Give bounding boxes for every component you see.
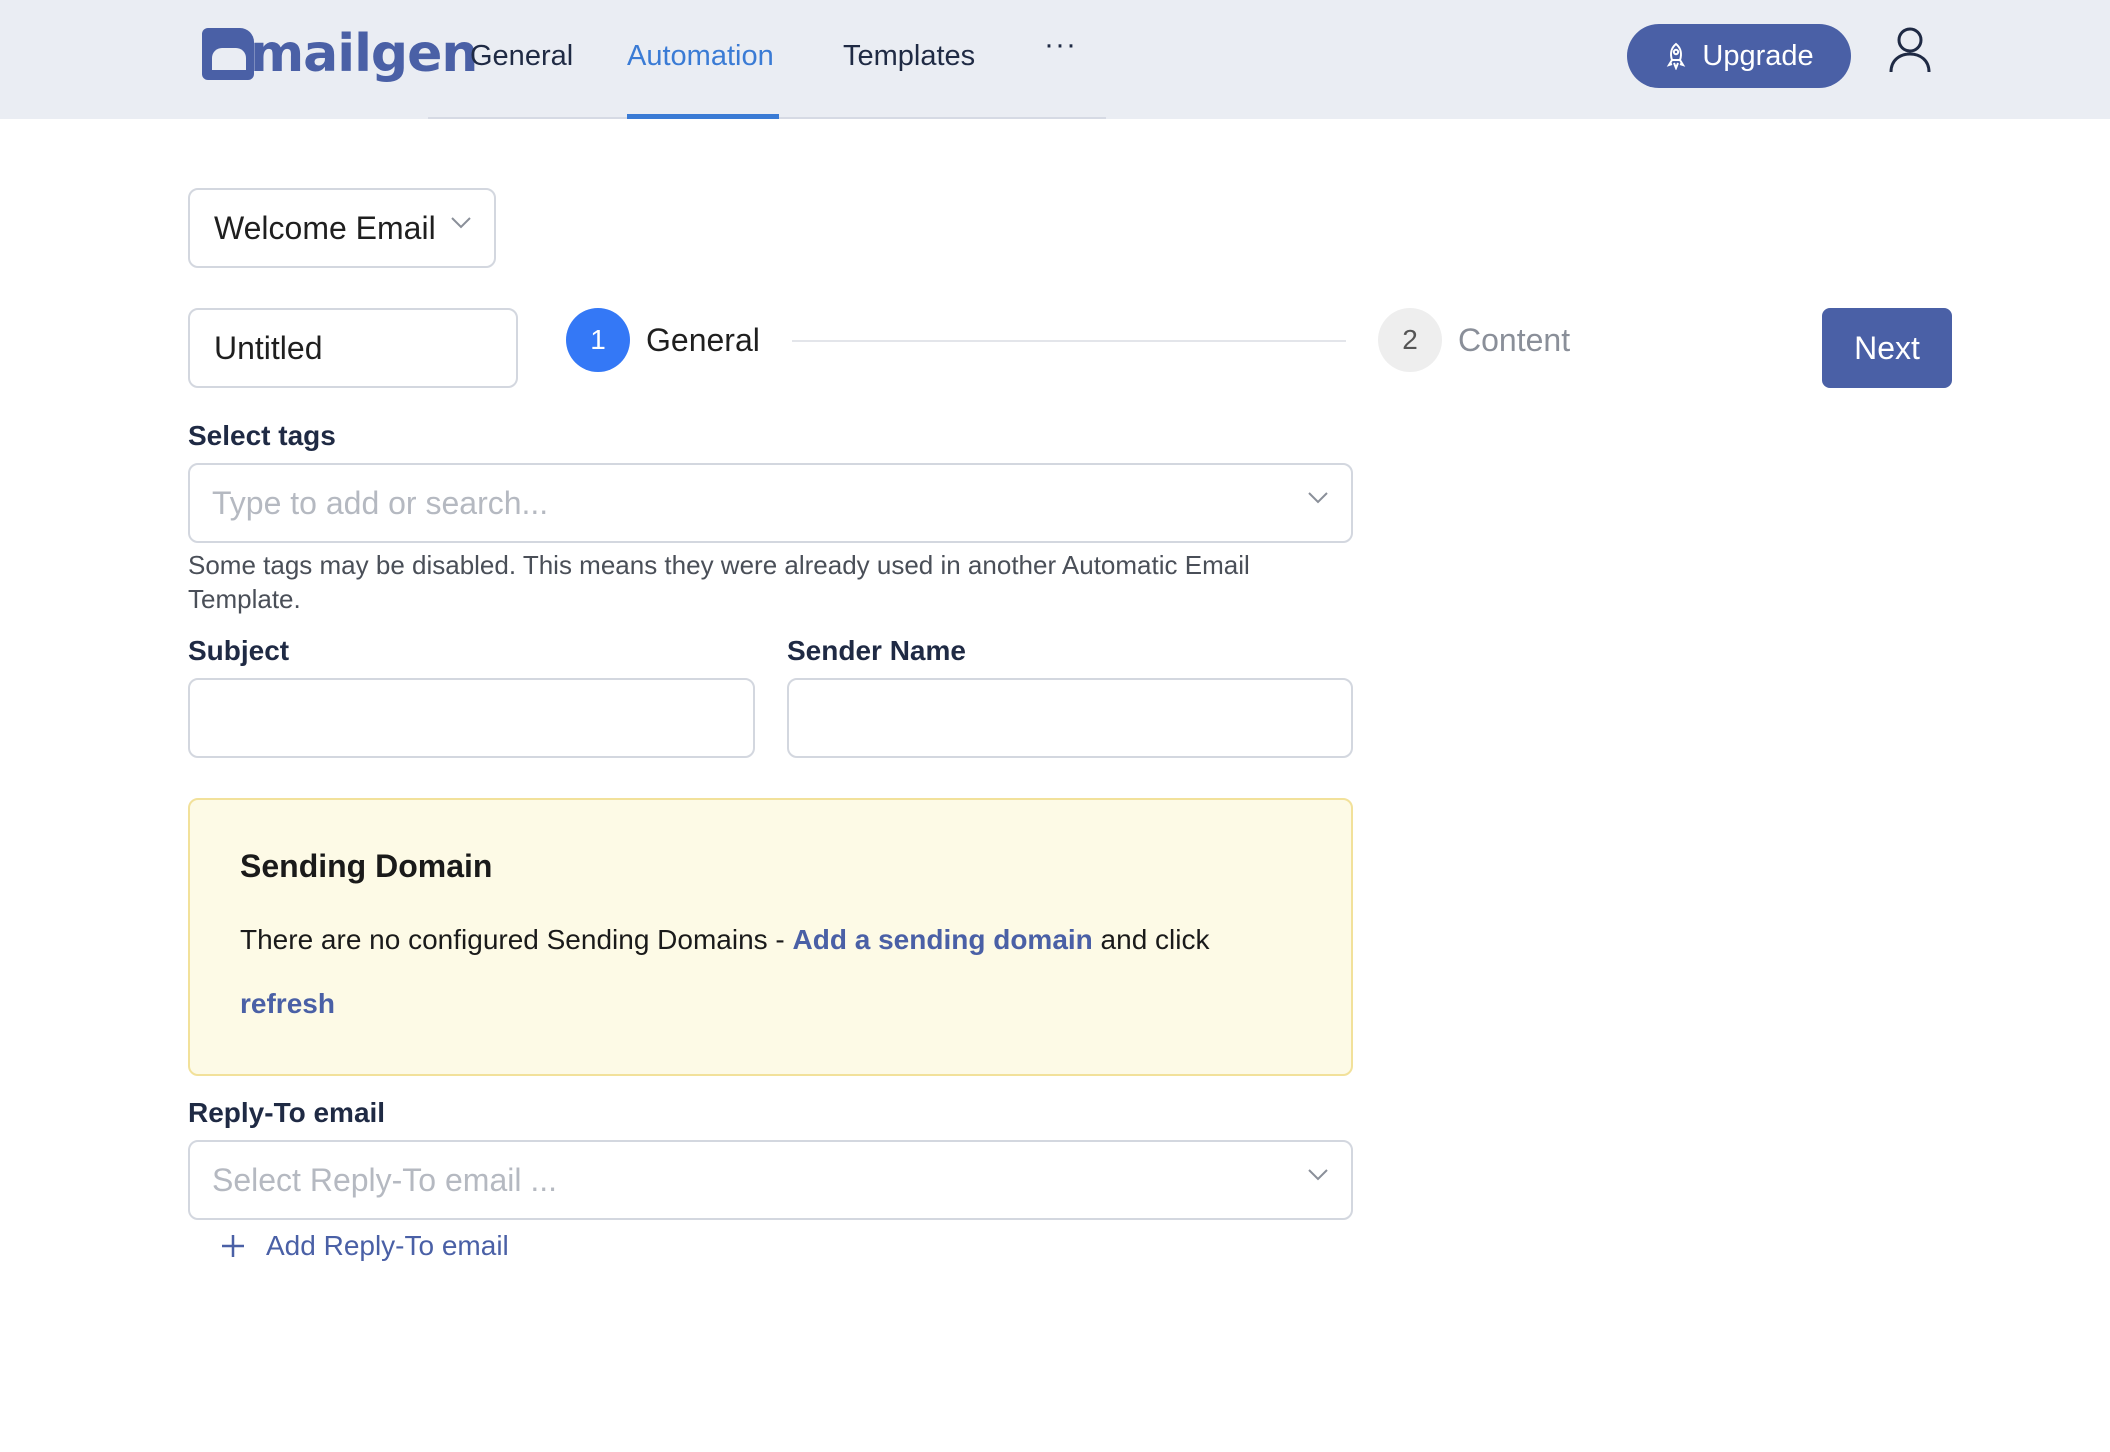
sending-domain-message: There are no configured Sending Domains …	[240, 920, 1210, 960]
select-tags-label: Select tags	[188, 420, 336, 451]
tags-select[interactable]: Type to add or search...	[188, 463, 1353, 543]
top-navigation-bar: mailgen General Automation Templates ···…	[0, 0, 2110, 119]
next-button[interactable]: Next	[1822, 308, 1952, 388]
subject-input[interactable]	[188, 678, 755, 758]
sending-domain-text-after: and click	[1092, 924, 1210, 955]
upgrade-label: Upgrade	[1702, 39, 1814, 72]
stepper-connector	[792, 340, 1346, 342]
logo-text: mailgen	[250, 24, 478, 84]
chevron-down-icon	[451, 217, 471, 229]
step-1-indicator[interactable]: 1	[566, 308, 630, 372]
sender-name-input[interactable]	[787, 678, 1353, 758]
nav-tab-templates[interactable]: Templates	[843, 36, 975, 76]
mailgen-logo[interactable]: mailgen	[202, 24, 478, 84]
reply-to-label: Reply-To email	[188, 1097, 386, 1128]
subject-label: Subject	[188, 635, 290, 666]
logo-mark-icon	[202, 28, 254, 80]
plus-icon	[222, 1235, 244, 1257]
tags-hint-text: Some tags may be disabled. This means th…	[188, 550, 1250, 614]
step-2-indicator[interactable]: 2	[1378, 308, 1442, 372]
step-2-label[interactable]: Content	[1458, 320, 1570, 360]
nav-tab-general[interactable]: General	[470, 36, 573, 76]
reply-to-placeholder: Select Reply-To email ...	[212, 1161, 558, 1198]
nav-tab-automation[interactable]: Automation	[627, 36, 774, 76]
add-reply-to-button[interactable]: Add Reply-To email	[220, 1230, 509, 1262]
template-select-value: Welcome Email	[214, 209, 436, 246]
sender-name-label: Sender Name	[787, 635, 966, 666]
sending-domain-notice: Sending Domain There are no configured S…	[188, 798, 1353, 1076]
user-icon[interactable]	[1888, 26, 1932, 74]
add-reply-to-label: Add Reply-To email	[266, 1230, 509, 1261]
add-sending-domain-link[interactable]: Add a sending domain	[793, 924, 1093, 955]
nav-active-indicator	[627, 114, 779, 119]
chevron-down-icon	[1308, 492, 1328, 504]
refresh-link[interactable]: refresh	[240, 984, 335, 1024]
chevron-down-icon	[1308, 1169, 1328, 1181]
rocket-icon	[1667, 42, 1686, 70]
step-1-label[interactable]: General	[646, 320, 760, 360]
nav-more-menu[interactable]: ···	[1044, 28, 1077, 62]
tags-placeholder: Type to add or search...	[212, 484, 549, 521]
upgrade-button[interactable]: Upgrade	[1627, 24, 1851, 88]
template-select[interactable]: Welcome Email	[188, 188, 496, 268]
sending-domain-title: Sending Domain	[240, 848, 493, 884]
sending-domain-text-before: There are no configured Sending Domains …	[240, 924, 793, 955]
template-name-value: Untitled	[214, 329, 323, 366]
template-name-input[interactable]: Untitled	[188, 308, 518, 388]
reply-to-select[interactable]: Select Reply-To email ...	[188, 1140, 1353, 1220]
